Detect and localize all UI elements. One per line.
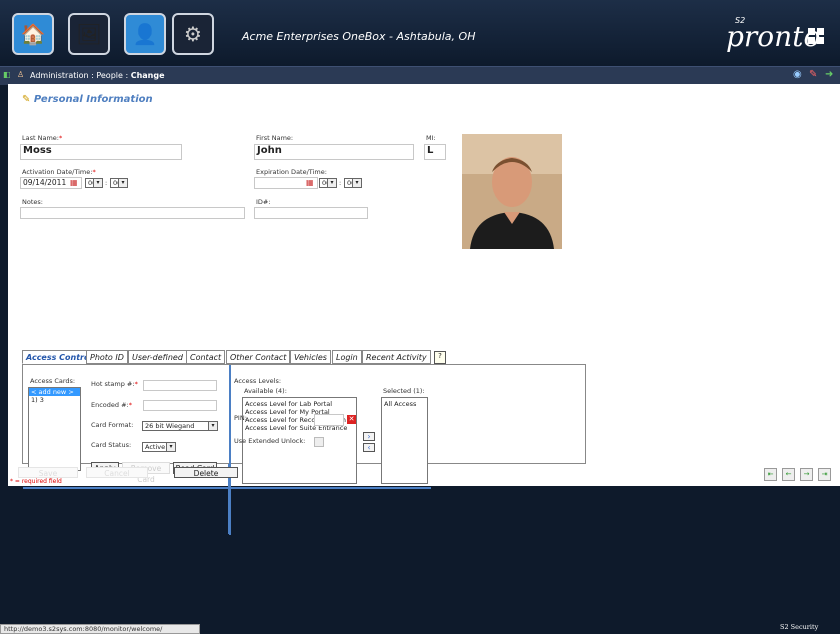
next-record-icon[interactable]: → <box>800 468 813 481</box>
save-button: Save <box>18 467 78 478</box>
list-item[interactable]: 1) 3 <box>29 396 80 404</box>
tab-login[interactable]: Login <box>332 350 362 364</box>
prev-record-icon[interactable]: ← <box>782 468 795 481</box>
notes-label: Notes: <box>22 198 43 206</box>
section-title: ✎ Personal Information <box>22 94 153 105</box>
logout-icon[interactable]: ➜ <box>825 69 833 80</box>
pronto-logo: pronto <box>726 20 821 53</box>
breadcrumb: Administration : People : Change <box>30 71 165 80</box>
required-note: * = required field <box>10 478 62 485</box>
hotstamp-label: Hot stamp #:* <box>91 380 138 388</box>
id-field[interactable] <box>254 207 368 219</box>
extended-unlock-label: Use Extended Unlock: <box>234 437 306 445</box>
first-name-field[interactable]: John <box>254 144 414 160</box>
list-item[interactable]: < add new > <box>29 388 80 396</box>
edit-icon[interactable]: ✎ <box>809 69 817 80</box>
available-label: Available (4): <box>244 387 287 395</box>
access-cards-label: Access Cards: <box>30 377 76 385</box>
breadcrumb-current: Change <box>130 71 165 80</box>
mi-label: MI: <box>426 134 436 142</box>
home-icon[interactable]: 🏠 <box>12 13 54 55</box>
extended-unlock-checkbox[interactable] <box>314 437 324 447</box>
tab-user-defined[interactable]: User-defined <box>128 350 187 364</box>
tab-recent-activity[interactable]: Recent Activity <box>362 350 431 364</box>
last-name-label: Last Name:* <box>22 134 63 142</box>
last-name-field[interactable]: Moss <box>20 144 182 160</box>
breadcrumb-people[interactable]: People <box>96 71 123 80</box>
tab-photo-id[interactable]: Photo ID <box>86 350 128 364</box>
activation-label: Activation Date/Time:* <box>22 168 96 176</box>
encoded-label: Encoded #:* <box>91 401 132 409</box>
pin-label: PIN: <box>234 414 247 422</box>
move-left-button[interactable]: ‹ <box>363 443 375 452</box>
help-icon[interactable]: ◉ <box>793 69 802 80</box>
selected-levels-list[interactable]: All Access <box>381 397 428 484</box>
id-label: ID#: <box>256 198 271 206</box>
logo-grid-icon <box>808 28 824 44</box>
people-icon[interactable]: 👤 <box>124 13 166 55</box>
encoded-field[interactable] <box>143 400 217 411</box>
gear-icon[interactable]: ⚙ <box>172 13 214 55</box>
pin-field[interactable] <box>314 414 344 426</box>
activation-hour-select[interactable]: 00▾ <box>85 178 103 188</box>
list-item[interactable]: All Access <box>384 400 425 408</box>
main-panel: ✎ Personal Information Last Name:* Moss … <box>8 84 840 535</box>
notes-field[interactable] <box>20 207 245 219</box>
tab-other-contact[interactable]: Other Contact <box>226 350 291 364</box>
tab-contact[interactable]: Contact <box>186 350 226 364</box>
tab-vehicles[interactable]: Vehicles <box>290 350 331 364</box>
expiration-hour-select[interactable]: 00▾ <box>319 178 337 188</box>
nav-back-icon[interactable]: ◧ <box>3 70 11 79</box>
card-format-select[interactable]: 26 bit Wiegand ▾ <box>142 421 218 431</box>
expiration-min-select[interactable]: 00▾ <box>344 178 362 188</box>
tab-help-icon[interactable]: ? <box>434 351 446 364</box>
browser-status-url: http://demo3.s2sys.com:8080/monitor/welc… <box>0 624 200 634</box>
calendar-icon[interactable]: ▦ <box>306 178 314 187</box>
access-cards-list[interactable]: < add new > 1) 3 <box>28 387 81 471</box>
app-title: Acme Enterprises OneBox - Ashtabula, OH <box>242 30 476 43</box>
card-format-label: Card Format: <box>91 421 134 429</box>
app-header: 🏠 🖼 👤 ⚙ Acme Enterprises OneBox - Ashtab… <box>0 0 840 66</box>
delete-button[interactable]: Delete <box>174 467 238 478</box>
clear-pin-icon[interactable]: ✕ <box>347 415 356 424</box>
hotstamp-field[interactable] <box>143 380 217 391</box>
card-status-select[interactable]: Active ▾ <box>142 442 176 452</box>
move-right-button[interactable]: › <box>363 432 375 441</box>
card-status-label: Card Status: <box>91 441 132 449</box>
s2-security-logo: S2 Security <box>780 623 819 631</box>
person-photo <box>462 134 562 249</box>
pencil-icon: ✎ <box>22 94 31 105</box>
activation-min-select[interactable]: 00▾ <box>110 178 128 188</box>
selected-label: Selected (1): <box>383 387 425 395</box>
mi-field[interactable]: L <box>424 144 446 160</box>
first-record-icon[interactable]: ⇤ <box>764 468 777 481</box>
monitor-icon[interactable]: 🖼 <box>68 13 110 55</box>
cancel-button: Cancel <box>86 467 148 478</box>
last-record-icon[interactable]: ⇥ <box>818 468 831 481</box>
list-item[interactable]: Access Level for Lab Portal <box>245 400 354 408</box>
breadcrumb-admin[interactable]: Administration <box>30 71 89 80</box>
breadcrumb-bar: ◧ ♙ Administration : People : Change ◉ ✎… <box>0 66 840 85</box>
divider <box>23 487 431 489</box>
first-name-label: First Name: <box>256 134 294 142</box>
calendar-icon[interactable]: ▦ <box>70 178 78 187</box>
access-levels-label: Access Levels: <box>234 377 282 385</box>
expiration-label: Expiration Date/Time: <box>256 168 327 176</box>
admin-icon: ♙ <box>17 70 25 79</box>
